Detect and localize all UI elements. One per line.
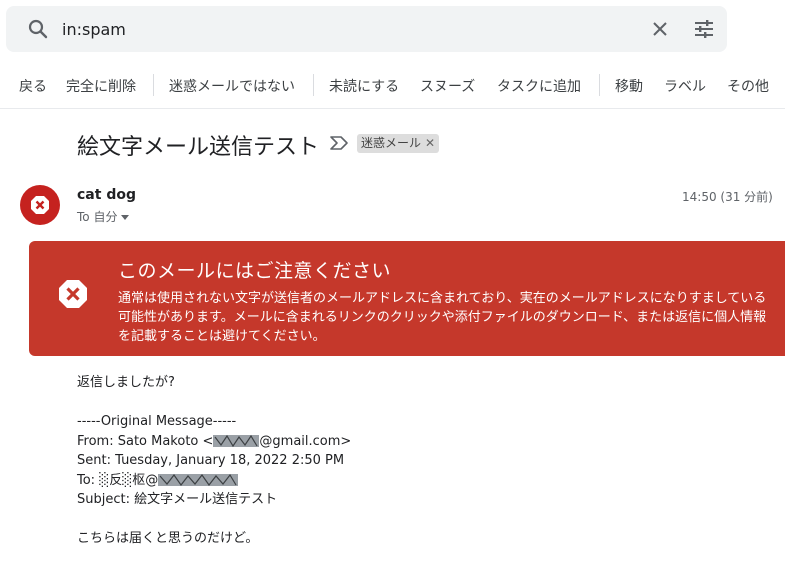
toolbar-divider	[153, 74, 154, 96]
subject-line: Subject: 絵文字メール送信テスト	[77, 492, 278, 507]
original-message-header: -----Original Message-----	[77, 414, 237, 429]
close-icon[interactable]	[648, 17, 672, 41]
back-button[interactable]: 戻る	[19, 76, 47, 96]
message-line: 返信しましたが?	[77, 375, 175, 390]
delete-forever-button[interactable]: 完全に削除	[66, 76, 136, 96]
search-bar[interactable]	[6, 6, 727, 52]
email-subject: 絵文字メール送信テスト	[77, 135, 320, 160]
redaction-mark	[213, 434, 260, 448]
spam-label-text: 迷惑メール	[361, 136, 422, 150]
add-to-tasks-button[interactable]: タスクに追加	[497, 76, 581, 96]
spoofing-warning-banner: このメールにはご注意ください 通常は使用されない文字が送信者のメールアドレスに含…	[29, 241, 785, 356]
tune-icon[interactable]	[692, 17, 716, 41]
sent-line: Sent: Tuesday, January 18, 2022 2:50 PM	[77, 453, 345, 468]
label-button[interactable]: ラベル	[664, 76, 706, 96]
recipient-details[interactable]: To 自分	[77, 208, 130, 225]
to-line: To: ░反░枢@	[77, 471, 351, 491]
email-timestamp: 14:50 (31 分前)	[682, 190, 773, 204]
more-button[interactable]: その他	[727, 76, 769, 96]
sender-name[interactable]: cat dog	[77, 187, 136, 203]
toolbar-divider	[313, 74, 314, 96]
message-toolbar: 戻る 完全に削除 迷惑メールではない 未読にする スヌーズ タスクに追加 移動 …	[0, 62, 785, 109]
sender-avatar[interactable]	[20, 185, 60, 225]
toolbar-divider	[599, 74, 600, 96]
warning-body: 通常は使用されない文字が送信者のメールアドレスに含まれており、実在のメールアドレ…	[118, 291, 767, 344]
message-body: 返信しましたが? -----Original Message----- From…	[77, 373, 351, 549]
chevron-down-icon[interactable]	[121, 215, 130, 220]
redaction-mark	[158, 473, 239, 487]
mark-unread-button[interactable]: 未読にする	[329, 76, 399, 96]
not-spam-button[interactable]: 迷惑メールではない	[169, 76, 295, 96]
warning-octagon-icon	[59, 280, 87, 308]
to-prefix: To: ░反░枢@	[77, 472, 159, 488]
search-icon[interactable]	[26, 17, 50, 41]
from-prefix: From: Sato Makoto <	[77, 433, 214, 449]
importance-marker-icon[interactable]	[328, 134, 350, 152]
warning-x-icon	[31, 196, 49, 214]
search-input[interactable]	[62, 16, 622, 42]
warning-title: このメールにはご注意ください	[118, 260, 392, 282]
move-button[interactable]: 移動	[615, 76, 643, 96]
from-suffix: @gmail.com>	[259, 433, 352, 449]
snooze-button[interactable]: スヌーズ	[420, 76, 475, 96]
recipient-label: To 自分	[77, 210, 118, 224]
from-line: From: Sato Makoto < @gmail.com>	[77, 432, 351, 452]
remove-label-icon[interactable]: ✕	[425, 136, 435, 150]
spam-label-chip: 迷惑メール ✕	[357, 134, 440, 153]
closing-line: こちらは届くと思うのだけど。	[77, 531, 259, 546]
